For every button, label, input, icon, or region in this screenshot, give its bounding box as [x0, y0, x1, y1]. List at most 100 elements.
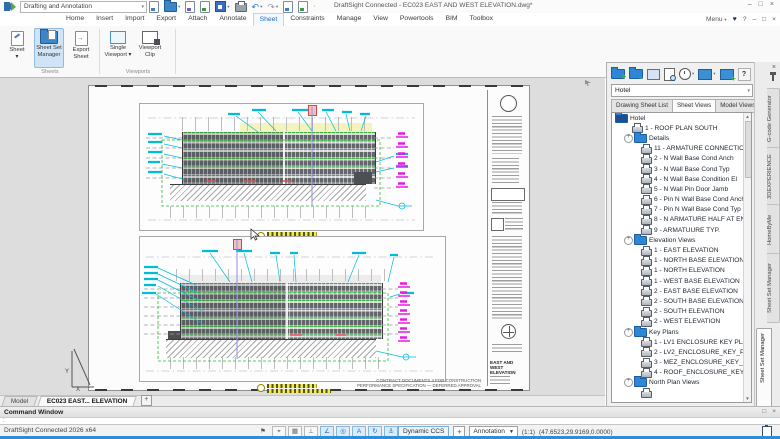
tree-sheet-view-9-armatuure-typ[interactable]: 9 - ARMATUURE TYP.	[612, 225, 751, 235]
drawing-canvas[interactable]: EAST AND WEST ELEVATION CONTRACT DOCUMEN…	[0, 77, 605, 396]
tree-sheet-view-4-roof-enclosure-key-plan[interactable]: 4 - ROOF_ENCLOSURE_KEY_PLAN	[612, 368, 751, 378]
tree-sheet-view-1-roof-plan-south[interactable]: 1 - ROOF PLAN SOUTH	[612, 123, 751, 133]
tree-sheet-view-11-armature-connection-to-column[interactable]: 11 - ARMATURE CONNECTION TO COLUMN	[612, 144, 751, 154]
import-sheet-set-button[interactable]	[629, 69, 643, 79]
maximize-button[interactable]: □	[759, 1, 763, 8]
sheet-set-manager-button[interactable]: Sheet SetManager	[34, 28, 64, 68]
scroll-down-icon[interactable]: ▼	[744, 396, 751, 401]
add-view-button[interactable]	[720, 69, 734, 80]
menu-tab-bim[interactable]: BIM	[440, 13, 464, 26]
menu-tab-attach[interactable]: Attach	[182, 13, 213, 26]
tree-sheet-view-6-pin-n-wall-base-cond-anch[interactable]: 6 - Pin N Wall Base Cond Anch	[612, 195, 751, 205]
print-button[interactable]	[234, 1, 248, 13]
tree-sheet-view-5-n-wall-pin-door-jamb[interactable]: 5 - N Wall Pin Door Jamb	[612, 184, 751, 194]
close-button[interactable]: ×	[770, 1, 774, 8]
tree-sheet-view-3-n-wall-base-cond-typ[interactable]: 3 - N Wall Base Cond Typ	[612, 164, 751, 174]
menu-tab-manage[interactable]: Manage	[331, 13, 368, 26]
tree-sheet-view-partial[interactable]	[612, 388, 751, 398]
tree-folder-details[interactable]: +Details	[612, 133, 751, 143]
import-doc-button[interactable]	[184, 1, 196, 13]
tree-sheet-view-1-west-base-elevation[interactable]: 1 - WEST BASE ELEVATION	[612, 276, 751, 286]
menu-tab-import[interactable]: Import	[119, 13, 150, 26]
panel-close-button[interactable]: ×	[772, 64, 776, 71]
new-sheet-set-button[interactable]	[611, 69, 625, 79]
tree-folder-elevation-views[interactable]: +Elevation Views	[612, 235, 751, 245]
export-sheet-button[interactable]: ExportSheet	[66, 28, 96, 68]
doc-restore-button[interactable]: □	[762, 16, 766, 23]
tree-folder-north-plan-views[interactable]: +North Plan Views	[612, 378, 751, 388]
side-tab-3dexperience[interactable]: 3DEXPERIENCE	[767, 147, 780, 207]
tree-sheet-view-3-mez-enclosure-key-plan[interactable]: 3 - MEZ_ENCLOSURE_KEY_PLAN	[612, 358, 751, 368]
attach-doc-button[interactable]	[199, 1, 211, 13]
side-tab-sheet-set-manager[interactable]: Sheet Set Manager	[767, 253, 780, 323]
tree-sheet-view-2-west-elevation[interactable]: 2 - WEST ELEVATION	[612, 317, 751, 327]
menu-tab-sheet[interactable]: Sheet	[253, 13, 285, 26]
tree-sheet-view-2-lv2-enclosure-key-plan[interactable]: 2 - LV2_ENCLOSURE_KEY_PLAN	[612, 347, 751, 357]
menu-tab-toolbox[interactable]: Toolbox	[464, 13, 499, 26]
recent-sheet-sets-button[interactable]: ▾	[679, 68, 694, 80]
side-tab-g-code-generator[interactable]: G-code Generator	[767, 88, 780, 150]
sheet-button[interactable]: Sheet▾	[2, 28, 32, 68]
add-sheet-tab-button[interactable]: +	[141, 395, 152, 406]
help-button[interactable]: ?	[743, 16, 747, 23]
redo-button[interactable]: ↷▾	[266, 1, 279, 13]
tree-folder-hotel[interactable]: Hotel	[612, 113, 751, 123]
palette-tab-drawing-sheet-list[interactable]: Drawing Sheet List	[611, 99, 673, 113]
new-view-button[interactable]: ▾	[698, 69, 715, 80]
export-doc-button[interactable]	[297, 1, 309, 13]
sheet-set-selector[interactable]: Hotel ▾	[611, 84, 753, 97]
palette-tab-sheet-views[interactable]: Sheet Views	[673, 99, 716, 113]
single-viewport-button[interactable]: SingleViewport ▾	[103, 28, 133, 68]
minimize-button[interactable]: –	[748, 1, 752, 8]
menu-tab-view[interactable]: View	[367, 13, 394, 26]
scrollbar-thumb[interactable]	[745, 121, 752, 178]
open-folder-button[interactable]: ▾	[163, 1, 181, 13]
expand-toggle-icon[interactable]: +	[624, 328, 633, 337]
tree-sheet-view-1-north-elevation[interactable]: 1 - NORTH ELEVATION	[612, 266, 751, 276]
tree-sheet-view-2-south-base-elevation[interactable]: 2 - SOUTH BASE ELEVATION	[612, 296, 751, 306]
tree-sheet-view-1-lv1-enclosure-key-plan[interactable]: 1 - LV1 ENCLOSURE KEY PLAN	[612, 337, 751, 347]
tree-folder-key-plans[interactable]: +Key Plans	[612, 327, 751, 337]
doc-close-button[interactable]: ×	[772, 16, 776, 23]
viewport-clip-button[interactable]: ViewportClip	[135, 28, 165, 68]
menu-tab-insert[interactable]: Insert	[90, 13, 119, 26]
workspace-selector[interactable]: Drafting and Annotation ▾	[20, 1, 147, 13]
menu-tab-home[interactable]: Home	[60, 13, 90, 26]
pan-widget-icon[interactable]	[585, 80, 591, 86]
doc-minimize-button[interactable]: –	[752, 16, 756, 23]
menu-tab-export[interactable]: Export	[150, 13, 182, 26]
tree-item-label: 2 - WEST ELEVATION	[654, 318, 720, 325]
preview-sheet-button[interactable]	[664, 68, 675, 81]
sheet-list-table-button[interactable]	[647, 69, 660, 80]
expand-toggle-icon[interactable]: +	[624, 236, 633, 245]
tree-sheet-view-8-n-armature-half-at-end-typ[interactable]: 8 - N ARMATURE HALF AT END TYP	[612, 215, 751, 225]
cmd-close-button[interactable]: ×	[772, 408, 776, 415]
favorites-heart-icon[interactable]: ♥	[733, 16, 737, 23]
menu-tab-powertools[interactable]: Powertools	[394, 13, 440, 26]
menu-dropdown[interactable]: Menu ▾	[706, 16, 727, 23]
tree-sheet-view-2-south-elevation[interactable]: 2 - SOUTH ELEVATION	[612, 307, 751, 317]
tree-sheet-view-4-n-wall-base-condition-el[interactable]: 4 - N Wall Base Condition El	[612, 174, 751, 184]
tree-sheet-view-1-north-base-elevation[interactable]: 1 - NORTH BASE ELEVATION	[612, 256, 751, 266]
tree-sheet-view-2-n-wall-base-cond-anch[interactable]: 2 - N Wall Base Cond Anch	[612, 154, 751, 164]
menu-tab-annotate[interactable]: Annotate	[213, 13, 252, 26]
side-tab-homebyme[interactable]: HomeByMe	[767, 204, 780, 256]
save-button[interactable]: ▾	[214, 1, 230, 13]
ucs-icon: Y X	[64, 343, 98, 391]
expand-toggle-icon[interactable]: +	[624, 134, 633, 143]
help-button[interactable]: ?	[738, 68, 751, 81]
pin-icon[interactable]	[772, 75, 774, 81]
menu-tab-constraints[interactable]: Constraints	[284, 13, 330, 26]
more-commands-button[interactable]: ·	[312, 1, 317, 13]
cmd-restore-button[interactable]: □	[762, 408, 766, 415]
scroll-up-icon[interactable]: ▲	[744, 114, 751, 119]
tree-sheet-view-2-east-base-elevation[interactable]: 2 - EAST BASE ELEVATION	[612, 286, 751, 296]
tree-item-label: 6 - Pin N Wall Base Cond Anch	[654, 196, 745, 203]
undo-button[interactable]: ↶▾	[251, 1, 264, 13]
new-sheet-button[interactable]	[148, 1, 160, 13]
tree-sheet-view-7-pin-n-wall-base-cond-typ[interactable]: 7 - Pin N Wall Base Cond Typ	[612, 205, 751, 215]
copy-sheet-button[interactable]	[282, 1, 294, 13]
tree-scrollbar[interactable]: ▲ ▼	[743, 113, 751, 402]
expand-toggle-icon[interactable]: +	[624, 378, 633, 387]
tree-sheet-view-1-east-elevation[interactable]: 1 - EAST ELEVATION	[612, 245, 751, 255]
